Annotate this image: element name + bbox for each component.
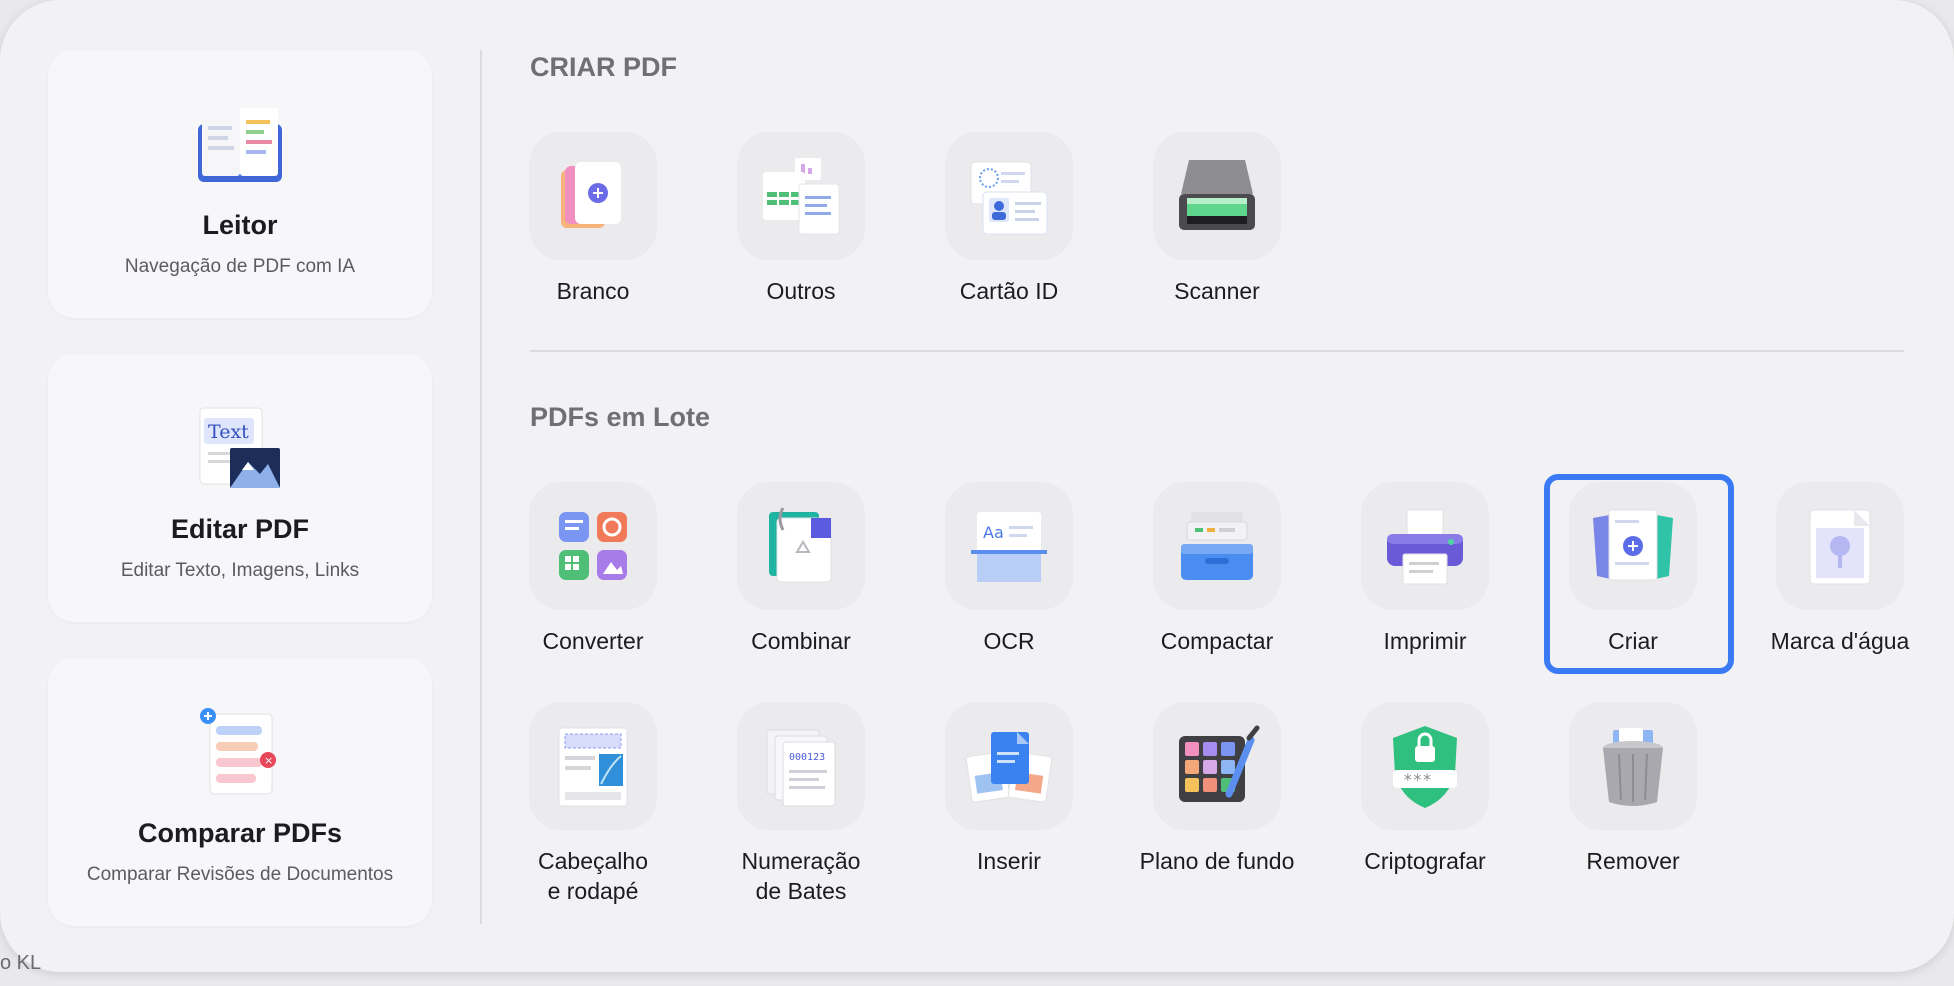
tool-criar[interactable]: Criar [1538, 482, 1728, 656]
tool-label: Cartão ID [959, 278, 1059, 304]
create-section-title: CRIAR PDF [530, 52, 677, 82]
edit-text-glyph: Text [208, 421, 249, 443]
tool-plano-de-fundo[interactable]: Plano de fundo [1122, 702, 1312, 876]
tool-marca-dagua[interactable]: Marca d'água [1745, 482, 1935, 656]
tool-label: Combinar [751, 628, 851, 654]
compress-icon [1181, 512, 1253, 580]
tool-label: Imprimir [1383, 628, 1467, 654]
horizontal-divider [530, 350, 1904, 352]
background-window-text: o KL [0, 952, 42, 974]
tool-tile [1153, 132, 1281, 260]
tool-tile [737, 132, 865, 260]
printer-icon [1387, 509, 1463, 585]
other-formats-icon [763, 158, 840, 235]
feature-title: Comparar PDFs [137, 818, 343, 848]
edit-text-icon: Text [190, 398, 290, 498]
tool-remover[interactable]: Remover [1538, 702, 1728, 876]
tool-tile [945, 702, 1073, 830]
tool-label: Marca d'água [1770, 628, 1910, 654]
scanner-icon [1179, 160, 1255, 230]
ocr-glyph: Aa [983, 523, 1004, 542]
tool-tile: *** [1361, 702, 1489, 830]
compare-icon: × [190, 702, 290, 802]
tool-tile [945, 132, 1073, 260]
feature-title: Leitor [202, 210, 278, 240]
tool-tile [529, 482, 657, 610]
tool-tile: 000123 [737, 702, 865, 830]
tool-label: Branco [556, 278, 630, 304]
tool-combinar[interactable]: Combinar [706, 482, 896, 656]
feature-subtitle: Comparar Revisões de Documentos [86, 864, 394, 885]
tool-label: Plano de fundo [1139, 848, 1295, 874]
batch-section-title: PDFs em Lote [530, 402, 711, 432]
tool-label: Outros [766, 278, 836, 304]
tool-numeracao-bates[interactable]: 000123 Numeração de Bates [706, 702, 896, 906]
encrypt-icon: *** [1393, 726, 1457, 808]
tool-cartao-id[interactable]: Cartão ID [914, 132, 1104, 306]
bates-numbering-icon: 000123 [766, 729, 836, 807]
insert-icon [965, 732, 1053, 803]
tool-label-line: Numeração [741, 848, 861, 874]
tool-tile [737, 482, 865, 610]
tool-imprimir[interactable]: Imprimir [1330, 482, 1520, 656]
tool-tile [529, 702, 657, 830]
tool-inserir[interactable]: Inserir [914, 702, 1104, 876]
create-icon [1593, 509, 1673, 581]
tool-label: OCR [983, 628, 1035, 654]
book-icon [190, 94, 290, 194]
tool-tile [1569, 482, 1697, 610]
header-footer-icon [558, 727, 628, 807]
compare-pdfs-card[interactable]: × Comparar PDFs Comparar Revisões de Doc… [48, 658, 432, 926]
tool-label: Inserir [977, 848, 1041, 874]
ocr-icon: Aa [971, 512, 1047, 582]
tool-tile [529, 132, 657, 260]
tool-criptografar[interactable]: *** Criptografar [1330, 702, 1520, 876]
feature-subtitle: Navegação de PDF com IA [124, 256, 356, 277]
tool-tile [1569, 702, 1697, 830]
tool-branco[interactable]: Branco [498, 132, 688, 306]
tool-scanner[interactable]: Scanner [1122, 132, 1312, 306]
bates-glyph: 000123 [789, 752, 825, 763]
vertical-divider [480, 50, 482, 924]
tool-label: Criptografar [1364, 848, 1486, 874]
encrypt-glyph: *** [1403, 770, 1432, 789]
svg-text:×: × [264, 754, 273, 767]
tool-label: Compactar [1160, 628, 1274, 654]
tool-label: Criar [1608, 628, 1658, 654]
tool-tile: Aa [945, 482, 1073, 610]
trash-icon [1603, 728, 1663, 806]
tool-tile [1153, 702, 1281, 830]
tool-converter[interactable]: Converter [498, 482, 688, 656]
tool-label: Cabeçalho e rodapé [498, 846, 688, 906]
tool-label-line: Cabeçalho [538, 848, 648, 874]
combine-icon [769, 507, 832, 583]
tool-label: Remover [1586, 848, 1680, 874]
tool-tile [1153, 482, 1281, 610]
batch-tools-panel: Leitor Navegação de PDF com IA Text Edit… [0, 0, 1954, 972]
feature-title: Editar PDF [170, 514, 310, 544]
feature-subtitle: Editar Texto, Imagens, Links [120, 560, 360, 581]
tool-label: Scanner [1174, 278, 1260, 304]
tool-label: Converter [542, 628, 644, 654]
tool-cabecalho-rodape[interactable]: Cabeçalho e rodapé [498, 702, 688, 906]
reader-card[interactable]: Leitor Navegação de PDF com IA [48, 50, 432, 318]
watermark-icon [1809, 509, 1871, 585]
tool-outros[interactable]: Outros [706, 132, 896, 306]
tool-label-line: de Bates [755, 878, 847, 904]
background-icon [1179, 725, 1260, 802]
edit-pdf-card[interactable]: Text Editar PDF Editar Texto, Imagens, L… [48, 354, 432, 622]
tool-compactar[interactable]: Compactar [1122, 482, 1312, 656]
id-card-icon [970, 161, 1048, 235]
tool-ocr[interactable]: Aa OCR [914, 482, 1104, 656]
tool-label: Numeração de Bates [706, 846, 896, 906]
tool-label-line: e rodapé [547, 878, 639, 904]
tool-tile [1776, 482, 1904, 610]
tool-tile [1361, 482, 1489, 610]
blank-page-icon [561, 162, 621, 228]
convert-icon [559, 512, 627, 580]
